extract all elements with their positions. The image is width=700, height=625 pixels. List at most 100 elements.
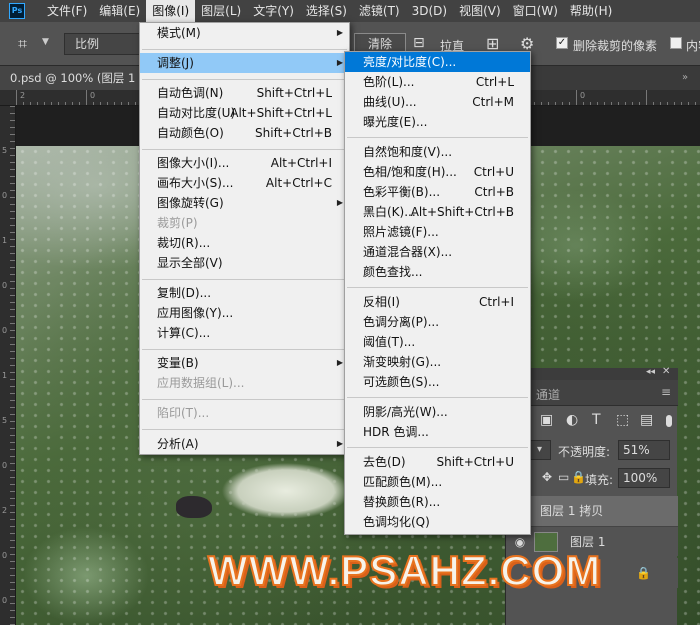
lock-position-icon[interactable]: ✥ bbox=[542, 470, 552, 484]
adjust-menu-item[interactable]: 阴影/高光(W)... bbox=[345, 402, 530, 422]
menu-item-shortcut: Alt+Ctrl+I bbox=[270, 156, 332, 170]
ratio-select[interactable]: 比例 bbox=[64, 33, 140, 55]
image-menu-item[interactable]: 计算(C)... bbox=[140, 323, 349, 343]
menu-select[interactable]: 选择(S) bbox=[300, 0, 353, 22]
menu-type[interactable]: 文字(Y) bbox=[247, 0, 300, 22]
menu-filter[interactable]: 滤镜(T) bbox=[353, 0, 406, 22]
fill-field[interactable]: 100% bbox=[618, 468, 670, 488]
adjust-menu-item[interactable]: 色相/饱和度(H)... Ctrl+U bbox=[345, 162, 530, 182]
double-chevron-right-icon[interactable]: » bbox=[682, 72, 688, 83]
tab-channels[interactable]: 通道 bbox=[536, 386, 560, 403]
menu-bar: Ps 文件(F) 编辑(E) 图像(I) 图层(L) 文字(Y) 选择(S) 滤… bbox=[0, 0, 700, 22]
adjust-menu-item[interactable]: HDR 色调... bbox=[345, 422, 530, 442]
type-filter-icon[interactable]: T bbox=[592, 412, 601, 428]
menu-item-shortcut: Ctrl+I bbox=[479, 295, 514, 309]
adjust-menu-item[interactable]: 黑白(K)... Alt+Shift+Ctrl+B bbox=[345, 202, 530, 222]
ruler-number: 0 bbox=[2, 191, 8, 200]
artboard-lock-icon[interactable]: ▭ bbox=[558, 470, 569, 484]
document-tab[interactable]: 0.psd @ 100% (图层 1 拷贝, RGB/8) bbox=[0, 66, 145, 90]
menu-item-label: 自动色调(N) bbox=[157, 86, 224, 100]
adjust-menu-item[interactable]: 色彩平衡(B)... Ctrl+B bbox=[345, 182, 530, 202]
adjust-menu-item[interactable]: 匹配颜色(M)... bbox=[345, 472, 530, 492]
adjust-menu-item[interactable]: 去色(D) Shift+Ctrl+U bbox=[345, 452, 530, 472]
image-menu-item[interactable]: 图像旋转(G) ▶ bbox=[140, 193, 349, 213]
menu-item-label: 阴影/高光(W)... bbox=[363, 405, 448, 419]
menu-item-label: 模式(M) bbox=[157, 26, 201, 40]
adjust-menu-item[interactable]: 渐变映射(G)... bbox=[345, 352, 530, 372]
straighten-icon[interactable]: ⊟ bbox=[413, 35, 425, 51]
menu-3d[interactable]: 3D(D) bbox=[406, 0, 453, 22]
adjust-menu-item[interactable]: 可选颜色(S)... bbox=[345, 372, 530, 392]
menu-view[interactable]: 视图(V) bbox=[453, 0, 507, 22]
image-menu-item[interactable]: 显示全部(V) bbox=[140, 253, 349, 273]
adjust-menu-item[interactable]: 色调分离(P)... bbox=[345, 312, 530, 332]
adjust-menu-item[interactable]: 反相(I) Ctrl+I bbox=[345, 292, 530, 312]
menu-item-label: 阈值(T)... bbox=[363, 335, 416, 349]
pixel-filter-icon[interactable]: ▣ bbox=[540, 412, 553, 428]
ruler-number: 2 bbox=[2, 506, 8, 515]
menu-help[interactable]: 帮助(H) bbox=[564, 0, 618, 22]
delete-cropped-checkbox[interactable]: ✓ bbox=[556, 37, 568, 49]
adjust-menu-item[interactable]: 自然饱和度(V)... bbox=[345, 142, 530, 162]
menu-item-label: 自动对比度(U) bbox=[157, 106, 236, 120]
smart-object-filter-icon[interactable]: ▤ bbox=[640, 412, 653, 428]
menu-item-label: 亮度/对比度(C)... bbox=[363, 55, 457, 69]
chevron-down-icon[interactable]: ▼ bbox=[42, 37, 49, 47]
collapse-icon[interactable]: ◂◂ bbox=[646, 367, 655, 377]
image-menu-item[interactable]: 画布大小(S)... Alt+Ctrl+C bbox=[140, 173, 349, 193]
close-icon[interactable]: ✕ bbox=[662, 366, 670, 377]
menu-separator bbox=[347, 287, 528, 288]
image-menu-item[interactable]: 自动对比度(U) Alt+Shift+Ctrl+L bbox=[140, 103, 349, 123]
image-menu-item[interactable]: 分析(A) ▶ bbox=[140, 434, 349, 454]
ruler-number: 5 bbox=[2, 146, 8, 155]
adjust-menu-item[interactable]: 替换颜色(R)... bbox=[345, 492, 530, 512]
adjust-menu-item[interactable]: 色阶(L)... Ctrl+L bbox=[345, 72, 530, 92]
image-menu-item[interactable]: 自动色调(N) Shift+Ctrl+L bbox=[140, 83, 349, 103]
adjust-menu-item[interactable]: 颜色查找... bbox=[345, 262, 530, 282]
menu-item-label: 裁切(R)... bbox=[157, 236, 211, 250]
image-menu-item[interactable]: 模式(M) ▶ bbox=[140, 23, 349, 43]
adjust-menu-item[interactable]: 亮度/对比度(C)... bbox=[345, 52, 530, 72]
image-menu-item[interactable]: 变量(B) ▶ bbox=[140, 353, 349, 373]
menu-image[interactable]: 图像(I) bbox=[146, 0, 196, 22]
image-menu-item[interactable]: 调整(J) ▶ bbox=[140, 53, 349, 73]
menu-item-label: 应用数据组(L)... bbox=[157, 376, 245, 390]
adjust-menu-item[interactable]: 曲线(U)... Ctrl+M bbox=[345, 92, 530, 112]
opacity-field[interactable]: 51% bbox=[618, 440, 670, 460]
submenu-arrow-icon: ▶ bbox=[336, 358, 343, 367]
menu-item-label: 曝光度(E)... bbox=[363, 115, 428, 129]
adjust-menu-item[interactable]: 通道混合器(X)... bbox=[345, 242, 530, 262]
content-aware-label: 内容识别 bbox=[686, 39, 700, 53]
shape-filter-icon[interactable]: ⬚ bbox=[616, 412, 629, 428]
image-menu-item[interactable]: 图像大小(I)... Alt+Ctrl+I bbox=[140, 153, 349, 173]
ruler-tick bbox=[86, 90, 87, 105]
image-menu-item[interactable]: 自动颜色(O) Shift+Ctrl+B bbox=[140, 123, 349, 143]
content-aware-checkbox[interactable] bbox=[670, 37, 682, 49]
adjust-menu-item[interactable]: 照片滤镜(F)... bbox=[345, 222, 530, 242]
lock-all-icon[interactable]: 🔒 bbox=[571, 470, 586, 484]
crop-tool-icon[interactable]: ⌗ bbox=[18, 34, 38, 54]
menu-layer[interactable]: 图层(L) bbox=[195, 0, 247, 22]
menu-edit[interactable]: 编辑(E) bbox=[93, 0, 146, 22]
menu-item-label: 色调均化(Q) bbox=[363, 515, 430, 529]
adjust-menu-item[interactable]: 曝光度(E)... bbox=[345, 112, 530, 132]
image-menu-item[interactable]: 复制(D)... bbox=[140, 283, 349, 303]
menu-item-shortcut: Alt+Ctrl+C bbox=[265, 176, 332, 190]
ruler-number: 5 bbox=[2, 416, 8, 425]
image-menu-item[interactable]: 应用图像(Y)... bbox=[140, 303, 349, 323]
menu-file[interactable]: 文件(F) bbox=[41, 0, 93, 22]
adjust-menu-item[interactable]: 阈值(T)... bbox=[345, 332, 530, 352]
ruler-tick bbox=[16, 90, 17, 105]
adjustment-filter-icon[interactable]: ◐ bbox=[566, 412, 578, 428]
layer-row-copy[interactable]: 图层 1 拷贝 bbox=[506, 496, 678, 526]
image-menu-item[interactable]: 裁切(R)... bbox=[140, 233, 349, 253]
menu-separator bbox=[142, 79, 347, 80]
menu-item-label: 去色(D) bbox=[363, 455, 406, 469]
ruler-number: 1 bbox=[2, 236, 8, 245]
panel-tabs: 通道 ≡ bbox=[506, 380, 678, 406]
menu-window[interactable]: 窗口(W) bbox=[507, 0, 564, 22]
filter-toggle[interactable] bbox=[666, 415, 672, 427]
adjust-menu-item[interactable]: 色调均化(Q) bbox=[345, 512, 530, 532]
ruler-number: 1 bbox=[2, 371, 8, 380]
panel-menu-icon[interactable]: ≡ bbox=[661, 385, 671, 399]
